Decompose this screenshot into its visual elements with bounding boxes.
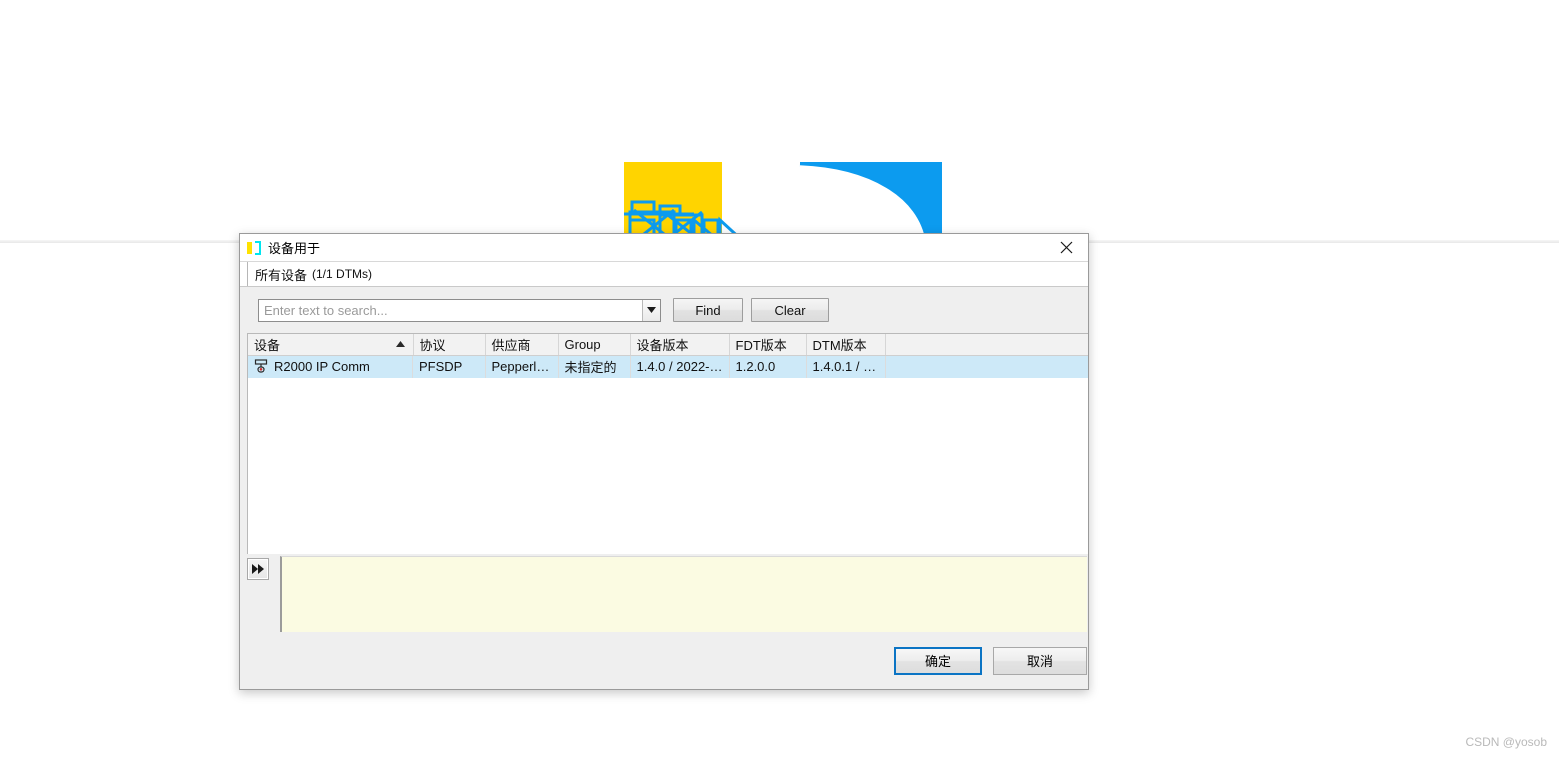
info-panel-row [240,554,1088,632]
sensor-device-icon [254,359,268,373]
table-header-label: 设备版本 [636,337,689,353]
dialog-title: 设备用于 [268,241,321,256]
cell-fdt_ver: 1.2.0.0 [729,355,807,378]
table-header-device[interactable]: 设备 [248,334,414,356]
table-header-label: 供应商 [491,337,531,353]
search-combobox[interactable] [258,298,661,322]
table-header-fdt_ver[interactable]: FDT版本 [729,334,807,356]
clear-button[interactable]: Clear [751,298,829,322]
tab-dtm-count: (1/1 DTMs) [312,267,373,281]
table-header-label: 设备 [254,337,281,353]
dialog-footer: 确定 取消 [240,632,1088,689]
ok-button[interactable]: 确定 [894,646,982,675]
cell-dtm_ver: 1.4.0.1 / 2... [806,355,886,378]
device-name: R2000 IP Comm [274,359,370,374]
table-header-device_ver[interactable]: 设备版本 [630,334,730,356]
close-icon[interactable] [1044,234,1088,261]
dialog-body: Find Clear 设备 协议 供应商 Group 设备版本 FDT版本 DTM版本 R2… [240,286,1088,689]
device-info-panel [280,556,1087,632]
table-header-dtm_ver[interactable]: DTM版本 [806,334,886,356]
watermark-text: CSDN @yosob [1465,735,1547,749]
brand-logo-graphic [624,162,942,242]
table-header-label: FDT版本 [735,337,787,353]
table-header-label: Group [564,336,601,352]
table-header-label: DTM版本 [812,337,867,353]
search-toolbar: Find Clear [240,287,1088,333]
tab-label: 所有设备 [255,267,308,283]
cell-device: R2000 IP Comm [248,355,413,378]
double-chevron-right-icon[interactable] [247,558,269,580]
cell-device_ver: 1.4.0 / 2022-1... [630,355,730,378]
table-body: R2000 IP Comm PFSDP Pepperl+... 未指定的 1.4.0 /… [248,355,1088,378]
table-header-protocol[interactable]: 协议 [413,334,486,356]
tab-strip: 所有设备 (1/1 DTMs) [240,261,1088,286]
search-input[interactable] [259,299,642,321]
device-table-container[interactable]: 设备 协议 供应商 Group 设备版本 FDT版本 DTM版本 R2000 IP Comm… [247,333,1088,554]
document-bracket-icon [247,240,261,255]
dialog-titlebar: 设备用于 [240,234,1088,261]
table-header-spacer[interactable] [885,334,1088,356]
cell-vendor: Pepperl+... [485,355,559,378]
table-header-row: 设备 协议 供应商 Group 设备版本 FDT版本 DTM版本 [248,334,1088,356]
cancel-button[interactable]: 取消 [993,646,1087,675]
table-row[interactable]: R2000 IP Comm PFSDP Pepperl+... 未指定的 1.4.0 /… [248,355,1088,378]
cell-protocol: PFSDP [413,355,486,378]
device-selection-dialog: 设备用于 所有设备 (1/1 DTMs) Fi [239,233,1089,690]
table-header-vendor[interactable]: 供应商 [485,334,559,356]
device-table: 设备 协议 供应商 Group 设备版本 FDT版本 DTM版本 R2000 IP Comm… [248,334,1088,378]
tab-all-devices[interactable]: 所有设备 (1/1 DTMs) [247,262,382,286]
cell-spacer [885,355,1088,378]
find-button[interactable]: Find [673,298,743,322]
chevron-down-icon[interactable] [642,299,660,321]
cell-group: 未指定的 [558,355,631,378]
table-header-group[interactable]: Group [558,334,631,356]
sort-ascending-icon [395,341,405,348]
table-header-label: 协议 [419,337,446,353]
